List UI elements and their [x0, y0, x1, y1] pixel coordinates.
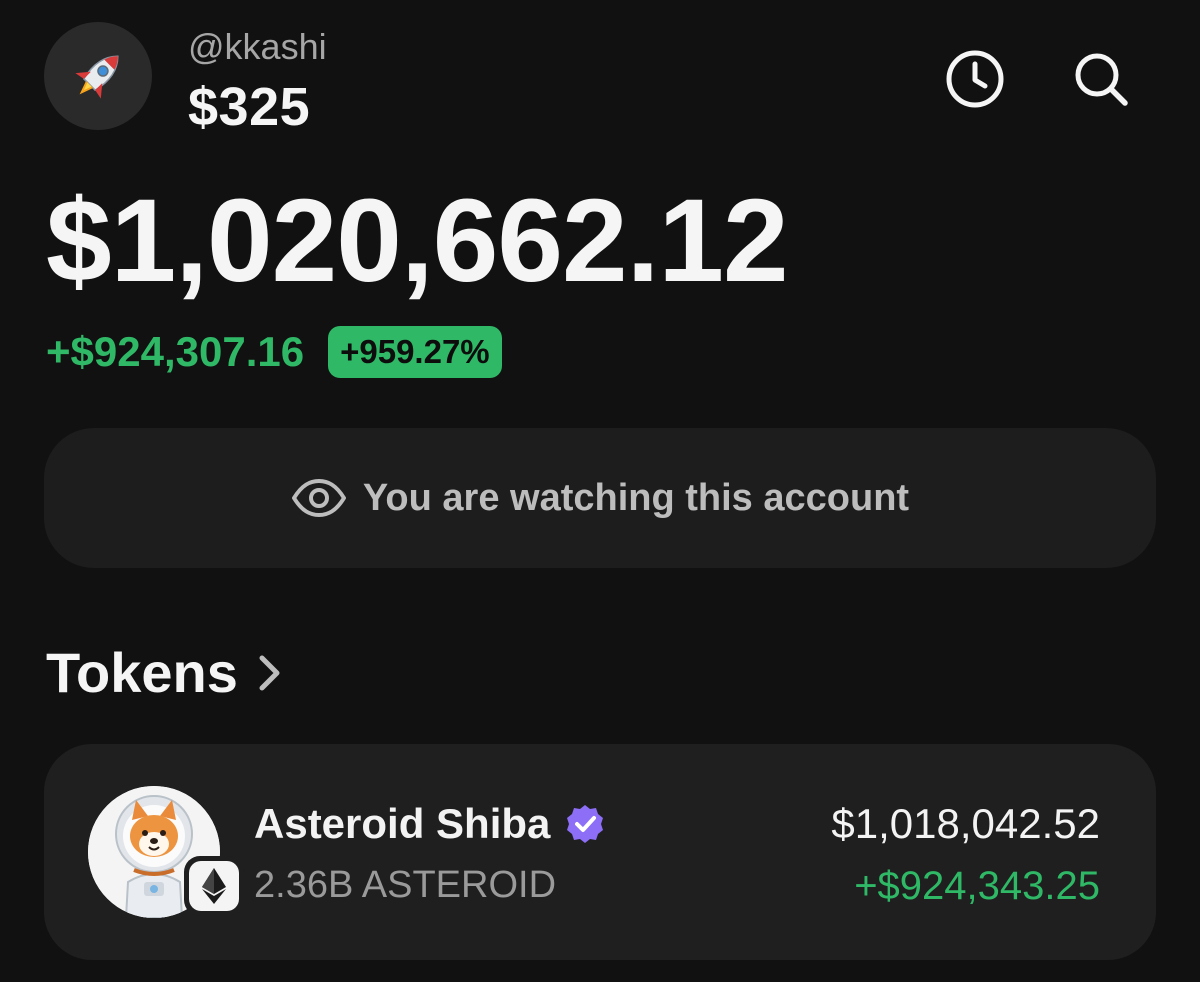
profile-avatar[interactable]	[44, 22, 152, 130]
verified-badge-icon	[564, 803, 606, 845]
portfolio-balance: $1,020,662.12	[46, 175, 789, 307]
search-icon	[1075, 53, 1128, 106]
token-value: $1,018,042.52	[831, 800, 1100, 847]
rocket-icon	[75, 55, 119, 99]
tokens-section-header[interactable]: Tokens	[46, 640, 282, 705]
token-row[interactable]: Asteroid Shiba 2.36B ASTEROID $1,018,042…	[44, 744, 1156, 960]
eye-icon	[291, 479, 346, 517]
portfolio-change-row: +$924,307.16 +959.27%	[46, 326, 502, 379]
clock-icon	[946, 50, 1004, 108]
token-change: +$924,343.25	[854, 864, 1100, 908]
token-name: Asteroid Shiba	[254, 800, 551, 847]
chain-badge	[184, 856, 244, 916]
ethereum-icon	[202, 868, 226, 904]
chevron-right-icon	[258, 654, 282, 692]
tokens-title: Tokens	[46, 641, 238, 704]
portfolio-change-amount: +$924,307.16	[46, 328, 305, 376]
portfolio-change-percent-badge: +959.27%	[328, 326, 502, 379]
token-amount: 2.36B ASTEROID	[254, 864, 557, 906]
history-button[interactable]	[942, 46, 1008, 112]
watching-banner-text: You are watching this account	[362, 476, 910, 519]
account-small-balance: $325	[188, 77, 311, 137]
watching-banner[interactable]: You are watching this account	[44, 428, 1156, 568]
account-handle: @kkashi	[188, 26, 327, 67]
token-name-row: Asteroid Shiba	[254, 800, 606, 848]
search-button[interactable]	[1068, 46, 1134, 112]
wallet-screen: @kkashi $325 $1,020,662.12 +$924,307.16 …	[0, 0, 1200, 982]
